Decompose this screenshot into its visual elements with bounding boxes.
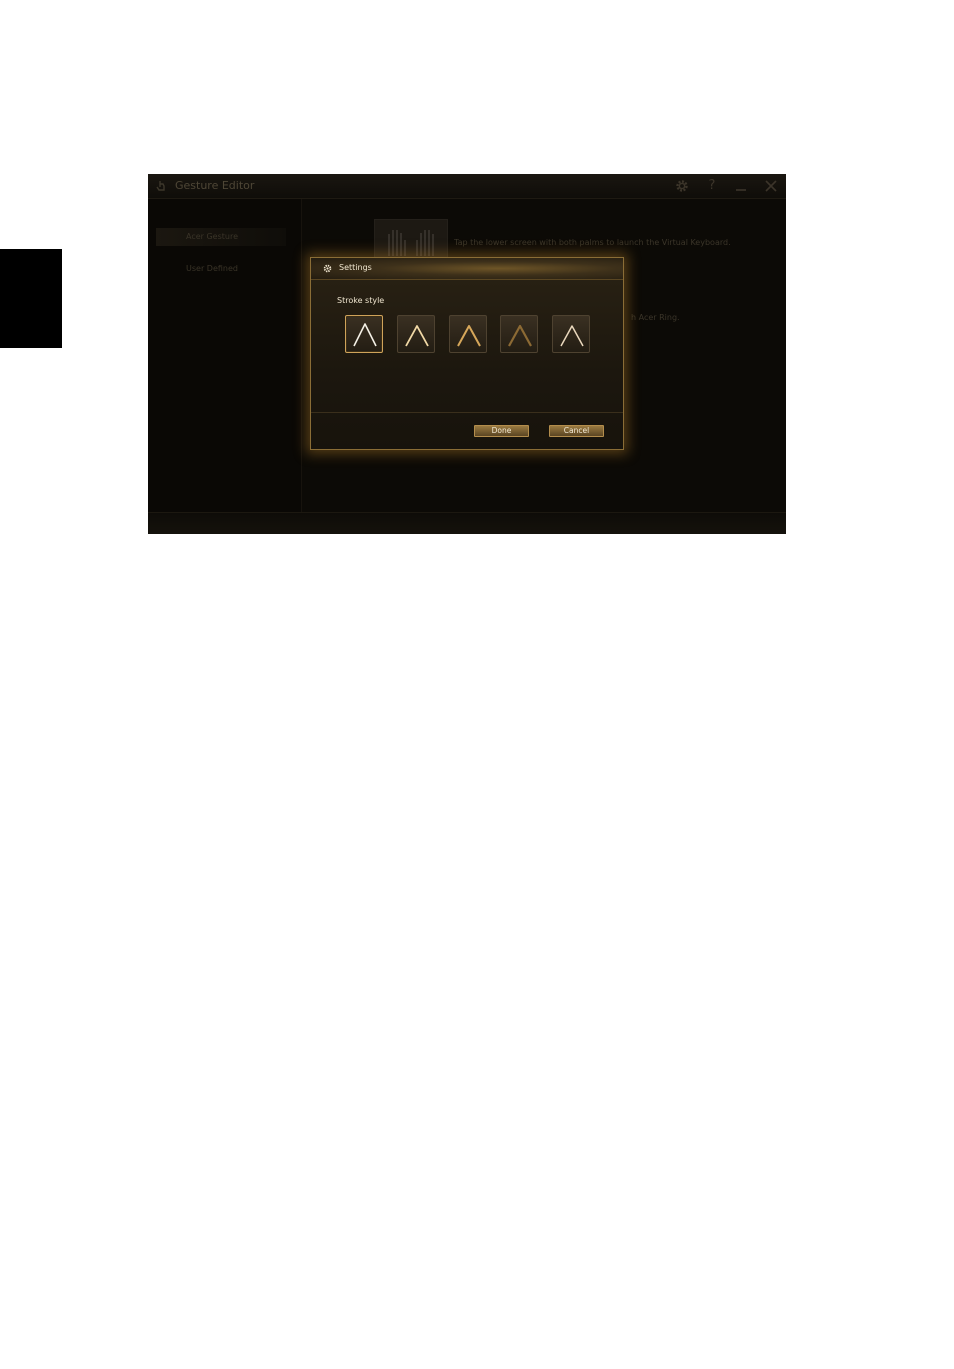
window-title: Gesture Editor — [175, 179, 255, 192]
title-bar: Gesture Editor ? — [148, 174, 786, 199]
sidebar: Acer Gesture User Defined — [148, 199, 302, 512]
gesture-description: Tap the lower screen with both palms to … — [454, 238, 731, 247]
dialog-title: Settings — [339, 263, 372, 272]
page-side-tab — [0, 249, 62, 348]
cancel-button[interactable]: Cancel — [549, 425, 604, 437]
dialog-header: Settings — [311, 258, 623, 280]
gesture-description: h Acer Ring. — [631, 313, 680, 322]
stroke-preview-icon — [353, 323, 377, 347]
stroke-option-bronze[interactable] — [500, 315, 538, 353]
stroke-option-warm-white[interactable] — [552, 315, 590, 353]
hand-pointer-icon — [156, 181, 165, 191]
stroke-option-gold[interactable] — [449, 315, 487, 353]
stroke-option-white[interactable] — [345, 315, 383, 353]
stroke-preview-icon — [457, 325, 481, 347]
stroke-style-label: Stroke style — [337, 296, 385, 305]
done-button[interactable]: Done — [474, 425, 529, 437]
stroke-preview-icon — [560, 325, 584, 347]
close-icon[interactable] — [763, 178, 779, 194]
stroke-preview-icon — [508, 324, 532, 347]
sidebar-item-acer-gesture[interactable]: Acer Gesture — [156, 228, 286, 246]
settings-icon — [323, 264, 332, 273]
settings-dialog: Settings Stroke style Done Cancel — [310, 257, 624, 450]
help-icon[interactable]: ? — [704, 178, 720, 194]
status-bar — [148, 512, 786, 534]
dialog-divider — [311, 412, 623, 413]
gear-icon[interactable] — [674, 178, 690, 194]
minimize-icon[interactable] — [733, 178, 749, 194]
sidebar-item-user-defined[interactable]: User Defined — [156, 260, 286, 278]
stroke-option-cream[interactable] — [397, 315, 435, 353]
palms-icon — [374, 219, 448, 261]
stroke-preview-icon — [405, 325, 429, 347]
